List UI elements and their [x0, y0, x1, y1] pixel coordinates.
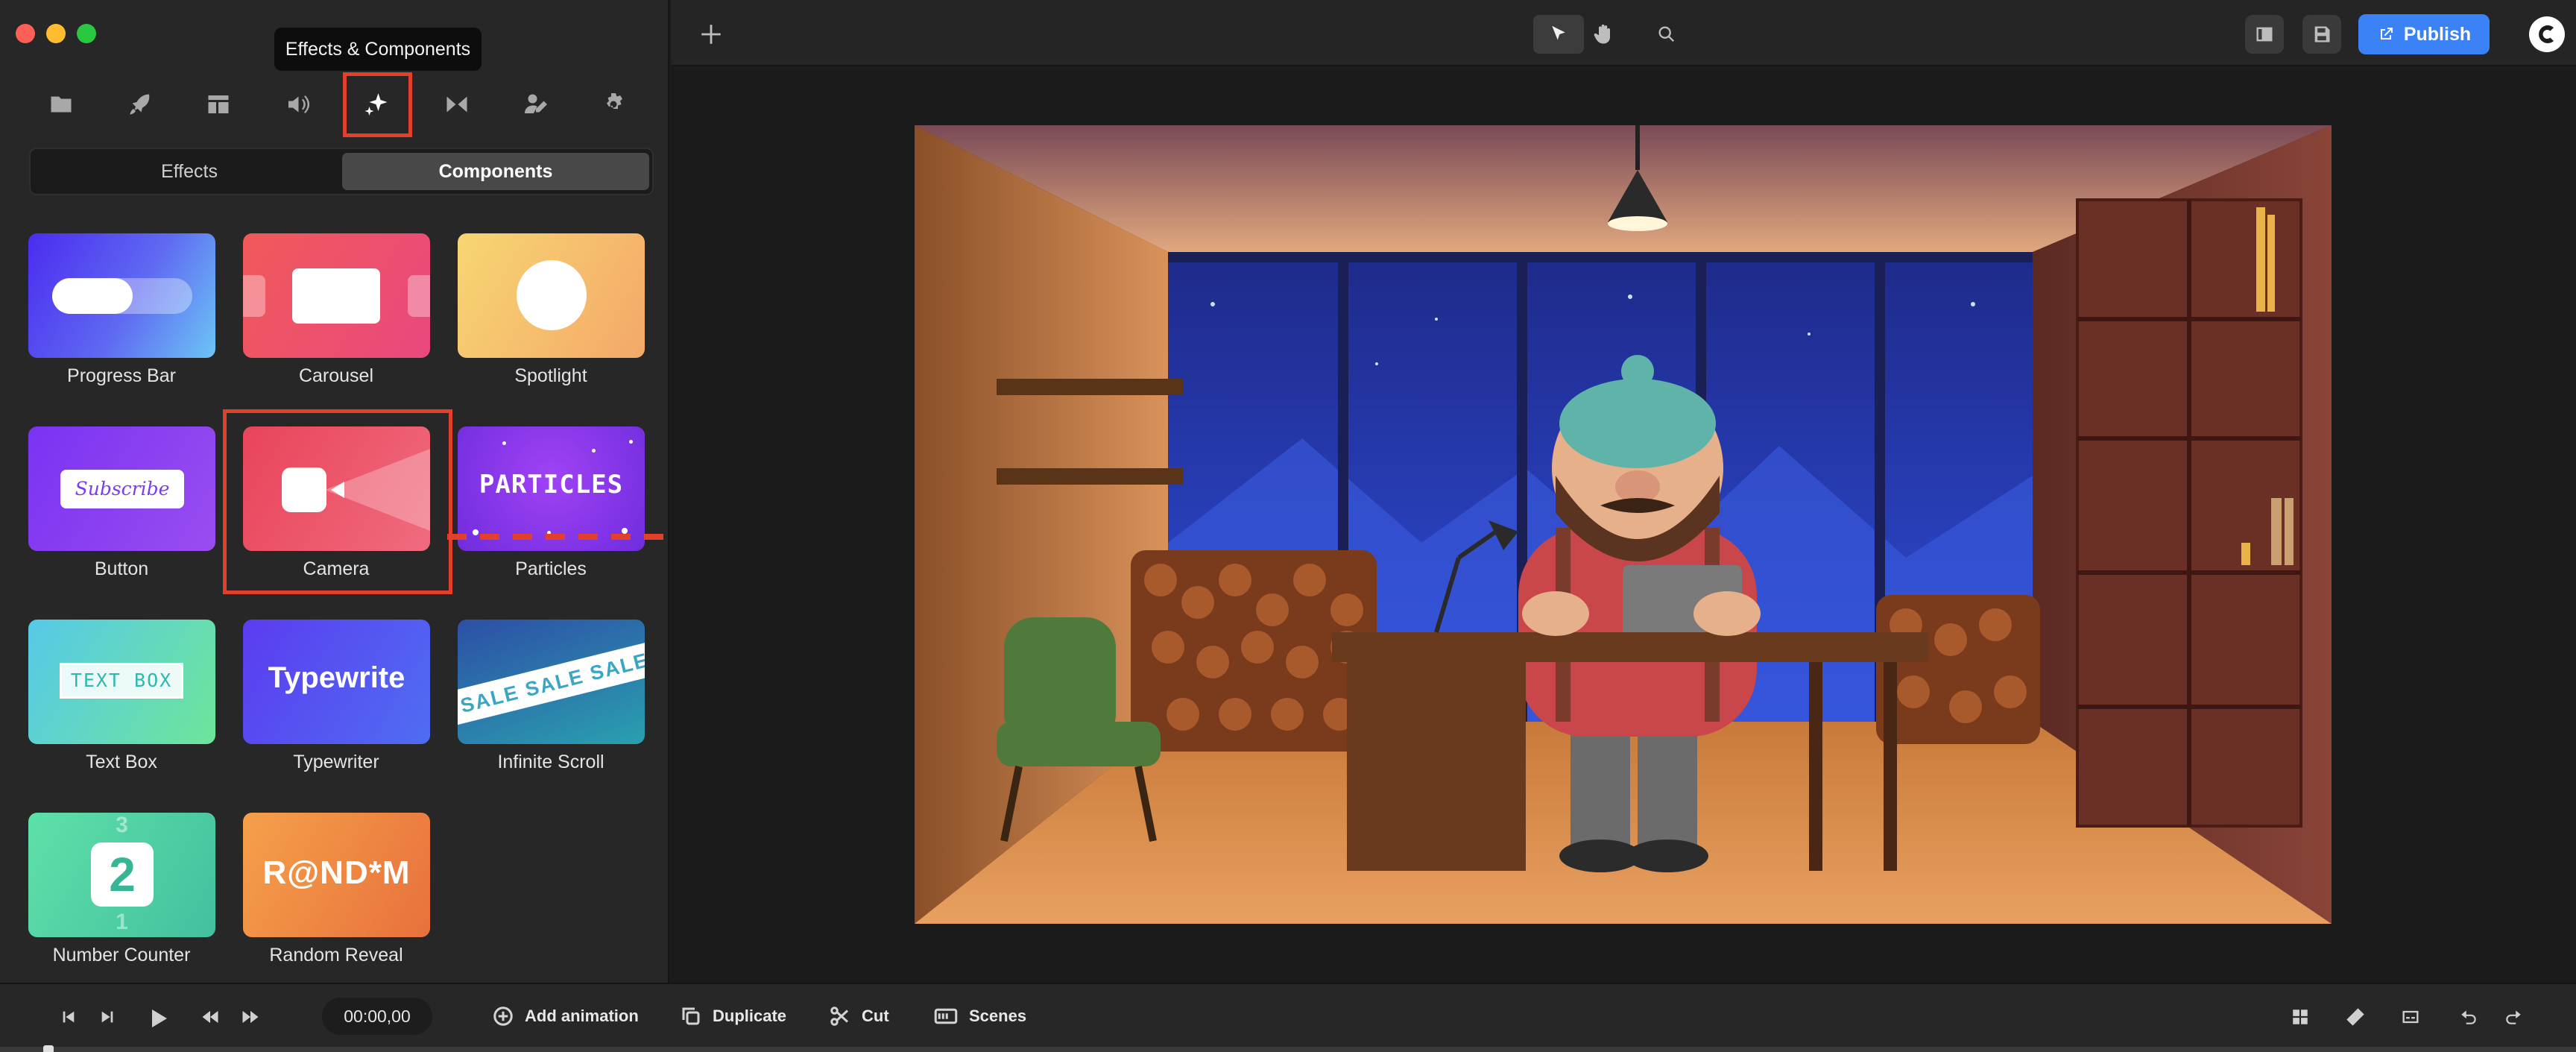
component-label: Number Counter [52, 945, 191, 966]
gear-icon[interactable] [591, 82, 636, 127]
component-label: Typewriter [293, 752, 379, 772]
undo-icon[interactable] [2454, 1002, 2484, 1032]
external-link-icon [2380, 28, 2393, 40]
button-art-text: Subscribe [60, 470, 184, 508]
rocket-icon[interactable] [118, 82, 162, 127]
window-close-button[interactable] [16, 24, 35, 43]
cut-label: Cut [862, 1007, 889, 1025]
search-icon[interactable] [1650, 15, 1683, 54]
counter-ghost-digit: 1 [116, 910, 128, 934]
timecode-display[interactable]: 00:00,00 [322, 998, 432, 1035]
typewriter-art-text: Typewrite [268, 661, 405, 694]
cut-button[interactable]: Cut [829, 999, 889, 1033]
bottom-toolbar: 00:00,00 Add animation Duplicate Cut Sce… [0, 983, 2576, 1052]
component-label: Camera [303, 558, 370, 579]
speaker-icon[interactable] [275, 82, 320, 127]
scenes-label: Scenes [969, 1007, 1027, 1025]
hand-icon[interactable] [1586, 15, 1619, 54]
component-label: Text Box [86, 752, 157, 772]
canvas-stage [671, 68, 2576, 983]
layout-icon[interactable] [196, 82, 241, 127]
component-card-carousel[interactable] [243, 233, 430, 358]
component-label: Infinite Scroll [497, 752, 604, 772]
sidebar: Effects & Components Effects Components … [0, 0, 669, 983]
random-reveal-art-text: R@ND*M [262, 854, 411, 891]
add-animation-label: Add animation [525, 1007, 639, 1025]
save-icon[interactable] [2302, 15, 2341, 54]
component-card-text-box[interactable]: TEXT BOX [28, 620, 215, 744]
publish-label: Publish [2403, 23, 2472, 45]
duplicate-icon [682, 1007, 700, 1025]
component-label: Random Reveal [269, 945, 403, 966]
timeline-scrubber[interactable] [0, 1047, 2576, 1052]
sidebar-toggle-icon[interactable] [2245, 15, 2284, 54]
duplicate-button[interactable]: Duplicate [680, 999, 786, 1033]
component-card-progress-bar[interactable] [28, 233, 215, 358]
component-card-number-counter[interactable]: 3 2 1 [28, 813, 215, 937]
top-toolbar: Publish [671, 0, 2576, 66]
counter-ghost-digit: 3 [116, 813, 128, 837]
scenes-icon [934, 1008, 958, 1024]
fast-forward-icon[interactable] [234, 1002, 267, 1032]
component-label: Spotlight [514, 365, 587, 386]
publish-button[interactable]: Publish [2358, 14, 2490, 54]
skip-start-icon[interactable] [54, 1002, 83, 1032]
scene-preview[interactable] [915, 125, 2332, 924]
scissors-icon [830, 1007, 849, 1026]
component-card-infinite-scroll[interactable]: SALE SALE SALE [458, 620, 645, 744]
sparkles-icon[interactable] [355, 82, 400, 127]
ruler-icon[interactable] [2340, 1002, 2370, 1032]
tooltip: Effects & Components [274, 28, 482, 71]
add-animation-button[interactable]: Add animation [492, 999, 639, 1033]
component-label: Button [94, 558, 149, 579]
counter-art-text: 2 [91, 842, 154, 907]
component-card-random-reveal[interactable]: R@ND*M [243, 813, 430, 937]
folder-icon[interactable] [39, 82, 83, 127]
redo-icon[interactable] [2498, 1002, 2528, 1032]
component-card-button[interactable]: Subscribe [28, 426, 215, 551]
component-label: Particles [515, 558, 587, 579]
plus-icon[interactable] [695, 18, 727, 51]
play-icon[interactable] [142, 1002, 174, 1035]
duplicate-label: Duplicate [713, 1007, 787, 1025]
captions-icon[interactable] [2396, 1002, 2425, 1032]
plus-circle-icon [493, 1007, 513, 1026]
window-zoom-button[interactable] [77, 24, 96, 43]
component-card-spotlight[interactable] [458, 233, 645, 358]
brand-logo-icon[interactable] [2529, 16, 2565, 52]
infinite-scroll-art-text: SALE SALE SALE [458, 639, 645, 727]
text-box-art-text: TEXT BOX [60, 663, 183, 699]
window-minimize-button[interactable] [46, 24, 66, 43]
rewind-icon[interactable] [194, 1002, 227, 1032]
component-card-typewriter[interactable]: Typewrite [243, 620, 430, 744]
tab-components[interactable]: Components [342, 153, 649, 190]
user-edit-icon[interactable] [514, 82, 558, 127]
transition-icon[interactable] [435, 82, 479, 127]
effects-components-toggle: Effects Components [29, 148, 654, 195]
cursor-icon[interactable] [1533, 15, 1584, 54]
step-forward-icon[interactable] [92, 1002, 122, 1032]
grid-icon[interactable] [2285, 1002, 2315, 1032]
scrubber-handle[interactable] [43, 1045, 54, 1052]
component-label: Progress Bar [67, 365, 176, 386]
particles-art-text: PARTICLES [479, 470, 624, 500]
component-label: Carousel [298, 365, 374, 386]
component-card-camera[interactable] [243, 426, 430, 551]
tab-effects[interactable]: Effects [37, 153, 342, 190]
scenes-button[interactable]: Scenes [933, 999, 1026, 1033]
